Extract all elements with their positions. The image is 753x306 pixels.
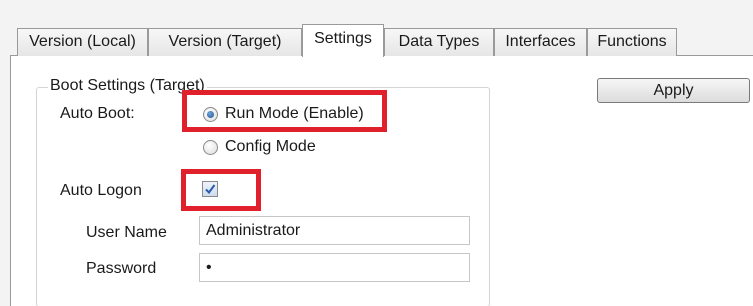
tab-data-types[interactable]: Data Types bbox=[384, 28, 494, 56]
settings-window: Version (Local) Version (Target) Setting… bbox=[0, 0, 753, 306]
password-input[interactable]: • bbox=[199, 253, 470, 282]
config-mode-label[interactable]: Config Mode bbox=[225, 137, 316, 157]
run-mode-label[interactable]: Run Mode (Enable) bbox=[225, 104, 364, 124]
run-mode-radio[interactable] bbox=[203, 107, 218, 122]
user-name-label: User Name bbox=[86, 224, 167, 241]
boot-settings-legend: Boot Settings (Target) bbox=[48, 76, 207, 96]
tab-interfaces[interactable]: Interfaces bbox=[494, 28, 587, 56]
checkmark-icon bbox=[205, 184, 216, 195]
auto-logon-label: Auto Logon bbox=[60, 182, 142, 199]
user-name-input[interactable] bbox=[199, 216, 470, 245]
tab-version-local[interactable]: Version (Local) bbox=[17, 28, 148, 56]
apply-button[interactable]: Apply bbox=[597, 78, 750, 103]
config-mode-radio[interactable] bbox=[203, 140, 218, 155]
password-label: Password bbox=[86, 260, 157, 277]
tab-version-target[interactable]: Version (Target) bbox=[148, 28, 302, 56]
radio-selected-dot bbox=[207, 111, 214, 118]
auto-logon-checkbox[interactable] bbox=[202, 181, 218, 197]
tab-settings[interactable]: Settings bbox=[302, 24, 384, 57]
auto-boot-label: Auto Boot: bbox=[60, 105, 135, 122]
tab-functions[interactable]: Functions bbox=[587, 28, 677, 56]
